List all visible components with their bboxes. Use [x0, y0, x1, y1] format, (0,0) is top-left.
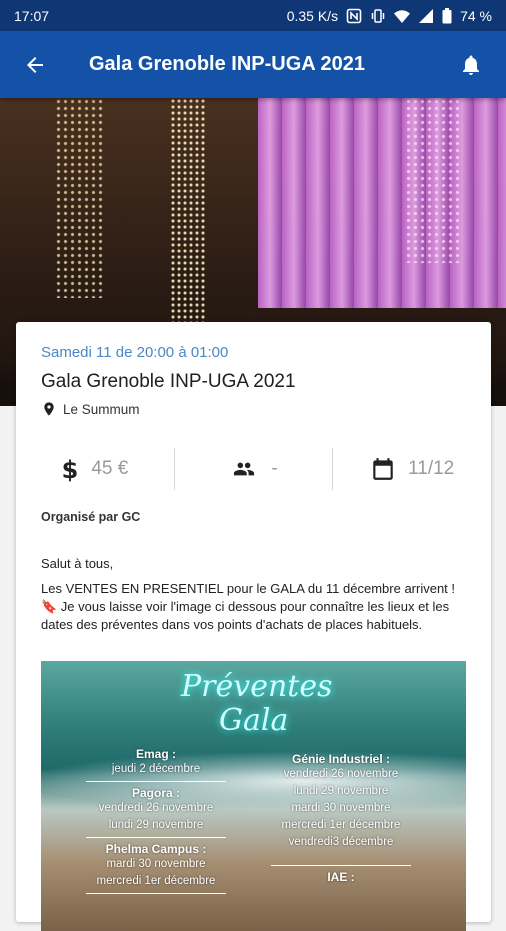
poster-date: mercredi 1er décembre [281, 819, 401, 831]
status-bar: 17:07 0.35 K/s 74 % [0, 0, 506, 31]
participants-value: - [271, 457, 278, 479]
notifications-button[interactable] [436, 31, 506, 98]
poster-place: Emag : [135, 747, 176, 761]
event-stats: $ 45 € - 11/12 [16, 446, 491, 491]
status-icons: 0.35 K/s 74 % [286, 7, 492, 24]
poster-divider [271, 865, 411, 866]
app-bar-title: Gala Grenoble INP-UGA 2021 [89, 53, 366, 75]
poster-left-column: Emag : jeudi 2 décembre Pagora : vendred… [86, 743, 226, 897]
poster-date: vendredi3 décembre [288, 836, 394, 848]
poster-date: vendredi 26 novembre [98, 802, 214, 814]
back-button[interactable] [0, 31, 70, 98]
poster-date: vendredi 26 novembre [283, 768, 399, 780]
arrow-back-icon [27, 56, 43, 73]
status-time: 17:07 [14, 7, 50, 24]
price-stat: $ 45 € [16, 456, 174, 482]
event-location[interactable]: Le Summum [41, 400, 140, 418]
calendar-icon [373, 457, 393, 480]
poster-date: lundi 29 novembre [293, 785, 389, 797]
poster-place: IAE : [327, 870, 355, 884]
poster-subtitle: Gala [219, 703, 289, 738]
signal-icon [419, 8, 434, 23]
poster-divider [86, 837, 226, 838]
poster-date: mercredi 1er décembre [96, 875, 216, 887]
nfc-icon [346, 8, 362, 23]
date-stat: 11/12 [333, 455, 491, 483]
battery-level: 74 % [460, 7, 492, 24]
date-value: 11/12 [408, 457, 455, 479]
poster-divider [86, 781, 226, 782]
event-title: Gala Grenoble INP-UGA 2021 [41, 371, 296, 392]
event-card: Samedi 11 de 20:00 à 01:00 Gala Grenoble… [16, 322, 491, 931]
poster-date: mardi 30 novembre [291, 802, 391, 814]
network-speed: 0.35 K/s [286, 7, 339, 24]
people-icon [234, 462, 255, 475]
battery-icon [442, 7, 452, 23]
description-text: Les VENTES EN PRESENTIEL pour le GALA du… [41, 581, 456, 632]
organizer-label: Organisé par GC [41, 510, 141, 524]
participants-stat: - [175, 458, 333, 480]
hero-lights [55, 98, 105, 298]
description-greeting: Salut à tous, [41, 556, 114, 571]
dollar-icon: $ [62, 456, 79, 482]
price-value: 45 € [91, 457, 129, 479]
app-bar: Gala Grenoble INP-UGA 2021 [0, 31, 506, 98]
poster-date: mardi 30 novembre [106, 858, 206, 870]
event-date: Samedi 11 de 20:00 à 01:00 [41, 344, 229, 361]
poster-date: jeudi 2 décembre [111, 763, 201, 775]
poster-divider [86, 893, 226, 894]
bell-icon [463, 55, 479, 75]
poster-place: Phelma Campus : [105, 842, 207, 856]
poster-title: Préventes [181, 669, 333, 704]
vibrate-icon [371, 8, 385, 23]
hero-curtain [258, 98, 506, 308]
hero-lights [405, 98, 460, 263]
poster-right-column: Génie Industriel : vendredi 26 novembre … [271, 748, 411, 884]
poster-place: Génie Industriel : [291, 752, 390, 766]
svg-text:$: $ [62, 456, 79, 482]
poster-date: lundi 29 novembre [108, 819, 204, 831]
prevente-poster-image: Préventes Gala Emag : jeudi 2 décembre P… [41, 661, 466, 931]
wifi-icon [394, 9, 411, 23]
location-label: Le Summum [63, 401, 140, 417]
poster-place: Pagora : [131, 786, 180, 800]
location-pin-icon [44, 402, 54, 416]
